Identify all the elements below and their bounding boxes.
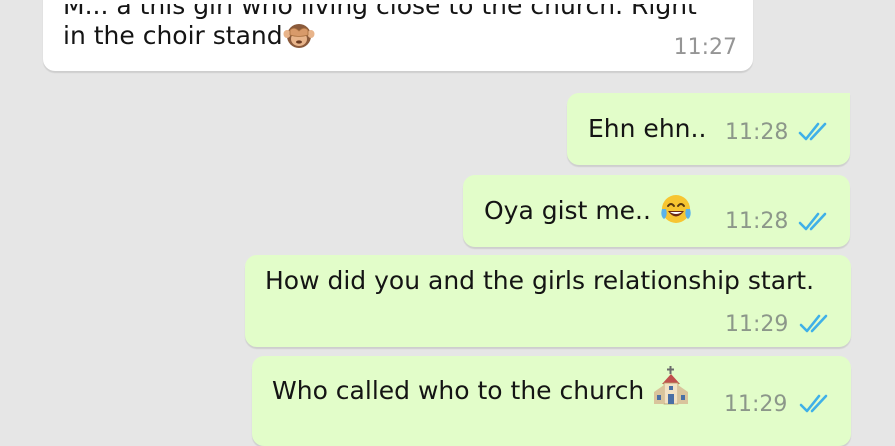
message-text-line-2: in the choir stand [63, 20, 315, 53]
message-text-content: Who called who to the church [272, 376, 645, 405]
message-timestamp: 11:27 [673, 35, 737, 60]
message-text: Who called who to the church [272, 366, 690, 412]
message-text: in the choir stand [63, 21, 283, 50]
message-text: Ehn ehn.. [588, 114, 707, 143]
message-text-line-1: M... a this girl who living close to the… [63, 0, 697, 20]
read-receipt-icon [799, 394, 828, 413]
message-timestamp: 11:28 [725, 120, 789, 145]
message-text: Oya gist me.. [484, 195, 693, 229]
message-text-content: Oya gist me.. [484, 196, 651, 225]
message-text: How did you and the girls relationship s… [265, 266, 815, 295]
outgoing-message-bubble[interactable]: Who called who to the church 11:29 [252, 356, 851, 446]
outgoing-message-bubble[interactable]: How did you and the girls relationship s… [245, 255, 851, 347]
outgoing-message-bubble[interactable]: Ehn ehn.. 11:28 [567, 93, 850, 165]
read-receipt-icon [798, 212, 827, 231]
face-with-tears-of-joy-icon [659, 192, 693, 226]
incoming-message-bubble[interactable]: M... a this girl who living close to the… [43, 0, 753, 71]
message-timestamp: 11:28 [725, 209, 789, 234]
read-receipt-icon [798, 122, 827, 141]
church-icon [652, 366, 690, 406]
message-timestamp: 11:29 [725, 312, 789, 337]
outgoing-message-bubble[interactable]: Oya gist me.. 11:28 [463, 175, 850, 247]
read-receipt-icon [799, 314, 828, 333]
see-no-evil-monkey-icon [283, 18, 315, 50]
message-timestamp: 11:29 [724, 392, 788, 417]
